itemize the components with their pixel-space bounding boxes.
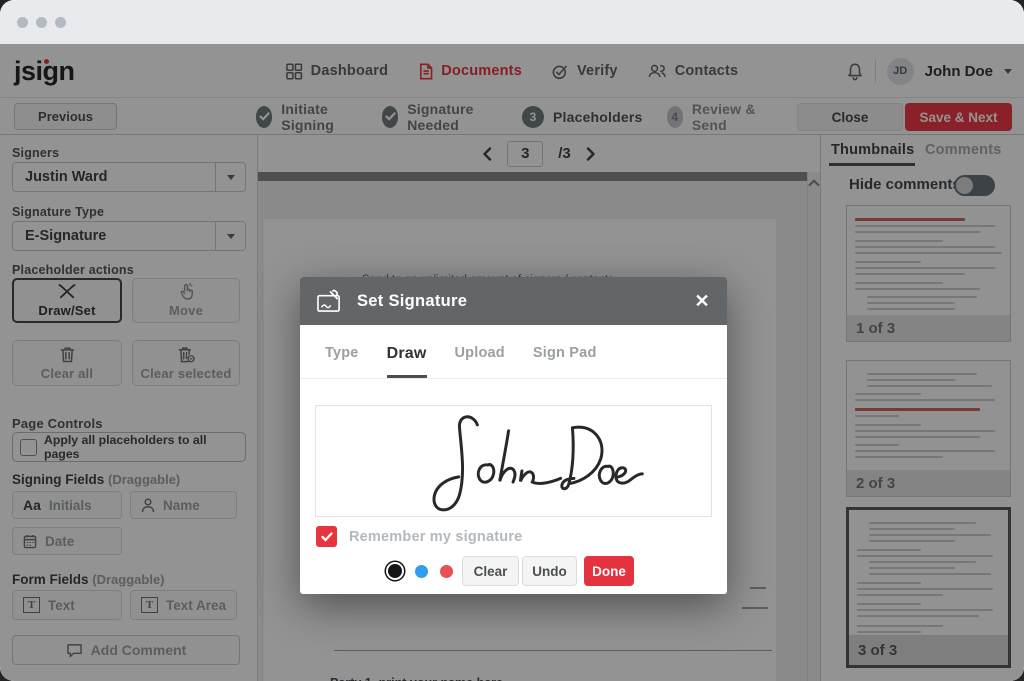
signature-canvas[interactable] (315, 405, 712, 517)
checkbox-checked[interactable] (316, 526, 337, 547)
tab-type[interactable]: Type (325, 345, 359, 378)
tab-draw[interactable]: Draw (387, 345, 427, 378)
window-control-dot[interactable] (55, 17, 66, 28)
tab-upload[interactable]: Upload (455, 345, 505, 378)
signature-pad-icon (316, 289, 343, 314)
remember-signature-row[interactable]: Remember my signature (316, 526, 522, 547)
pen-color-blue[interactable] (415, 565, 428, 578)
tab-sign-pad[interactable]: Sign Pad (533, 345, 597, 378)
screenshot-stage: jsign Dashboard (0, 0, 1024, 681)
signature-drawing (371, 410, 661, 514)
close-icon[interactable]: ✕ (688, 287, 716, 315)
pen-color-black[interactable] (388, 564, 402, 578)
modal-controls: Clear Undo Done (300, 556, 727, 587)
signature-method-tabs: Type Draw Upload Sign Pad (325, 345, 597, 378)
modal-header: Set Signature ✕ (300, 277, 727, 325)
pen-color-red[interactable] (440, 565, 453, 578)
window-control-dot[interactable] (36, 17, 47, 28)
modal-title: Set Signature (357, 292, 467, 311)
window-chrome (0, 0, 1024, 44)
done-button[interactable]: Done (584, 556, 634, 586)
browser-window: jsign Dashboard (0, 0, 1024, 681)
undo-button[interactable]: Undo (522, 556, 577, 586)
set-signature-modal: Set Signature ✕ Type Draw Upload Sign Pa… (300, 277, 727, 594)
window-controls[interactable] (17, 17, 66, 28)
tabs-divider (300, 378, 727, 379)
clear-button[interactable]: Clear (462, 556, 519, 586)
window-control-dot[interactable] (17, 17, 28, 28)
jsign-app: jsign Dashboard (0, 44, 1024, 681)
remember-label: Remember my signature (349, 529, 522, 545)
